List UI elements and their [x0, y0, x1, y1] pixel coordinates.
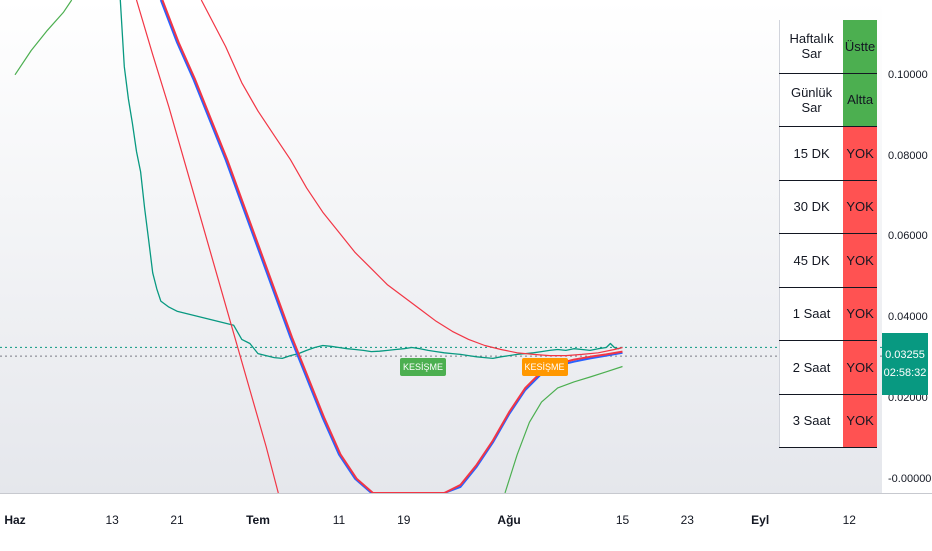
- status-row-value: YOK: [843, 394, 877, 448]
- x-tick-label: Haz: [4, 513, 26, 527]
- y-tick-label: -0.00000: [888, 472, 932, 485]
- status-row: 3 Saat YOK: [779, 394, 877, 448]
- status-row-value: Üstte: [843, 20, 877, 74]
- y-tick-label: 0.04000: [888, 311, 928, 324]
- series-line-ma-slow: [200, 0, 623, 357]
- status-row-label: 2 Saat: [779, 340, 844, 395]
- series-line-price: [119, 0, 623, 360]
- x-tick-label: Eyl: [751, 513, 770, 527]
- status-row-value: Altta: [843, 73, 877, 127]
- x-tick-label: 15: [615, 513, 630, 527]
- x-tick-label: Tem: [246, 513, 270, 527]
- x-tick-label: 21: [170, 513, 184, 527]
- x-tick-label: Ağu: [497, 513, 521, 527]
- y-tick-label: 0.10000: [888, 68, 928, 81]
- status-row: 45 DK YOK: [779, 233, 877, 288]
- status-row-label: 45 DK: [779, 233, 844, 288]
- status-row: Haftalık Sar Üstte: [779, 20, 877, 74]
- crossover-marker-2: KESİŞME: [521, 358, 568, 377]
- status-row: 2 Saat YOK: [779, 340, 877, 395]
- status-row-value: YOK: [843, 233, 877, 288]
- status-row: 1 Saat YOK: [779, 287, 877, 341]
- x-tick-label: 13: [105, 513, 119, 527]
- y-axis[interactable]: 0.10000 0.08000 0.06000 0.04000 0.02000 -0.00…: [882, 0, 932, 493]
- status-row: 30 DK YOK: [779, 180, 877, 234]
- x-tick-label: 12: [842, 513, 856, 527]
- x-tick-label: 19: [397, 513, 411, 527]
- status-row-value: YOK: [843, 287, 877, 341]
- status-table: Haftalık Sar Üstte Günlük Sar Altta 15 DK YOK…: [779, 20, 877, 448]
- last-price-tag: 0.03255 02:58:32: [882, 333, 928, 395]
- status-row: 15 DK YOK: [779, 126, 877, 181]
- status-row-label: 15 DK: [779, 126, 844, 181]
- status-row-label: 30 DK: [779, 180, 844, 234]
- crossover-marker-1: KESİŞME: [400, 358, 447, 377]
- y-tick-label: 0.06000: [888, 230, 928, 243]
- chart-svg[interactable]: [0, 0, 882, 493]
- y-tick-label: 0.08000: [888, 149, 928, 162]
- x-tick-label: 11: [332, 513, 346, 527]
- status-row-label: 3 Saat: [779, 394, 844, 448]
- status-row-label: 1 Saat: [779, 287, 844, 341]
- series-line-band-green-2: [504, 365, 623, 493]
- series-line-ma-fast: [159, 0, 623, 493]
- status-row: Günlük Sar Altta: [779, 73, 877, 127]
- status-row-value: YOK: [843, 180, 877, 234]
- last-price-value: 0.03255: [885, 349, 925, 361]
- series-line-ma-fast-2: [161, 0, 623, 493]
- status-row-value: YOK: [843, 126, 877, 181]
- chart-plot-area[interactable]: KESİŞME KESİŞME: [0, 0, 882, 493]
- series-line-band-green: [14, 0, 73, 76]
- x-tick-label: 23: [680, 513, 694, 527]
- countdown-timer: 02:58:32: [883, 367, 927, 379]
- status-row-value: YOK: [843, 340, 877, 395]
- status-row-label: Günlük Sar: [779, 73, 844, 127]
- status-row-label: Haftalık Sar: [779, 20, 844, 74]
- x-axis[interactable]: Haz 13 21 Tem 11 19 Ağu 15 23 Eyl 12: [0, 493, 932, 551]
